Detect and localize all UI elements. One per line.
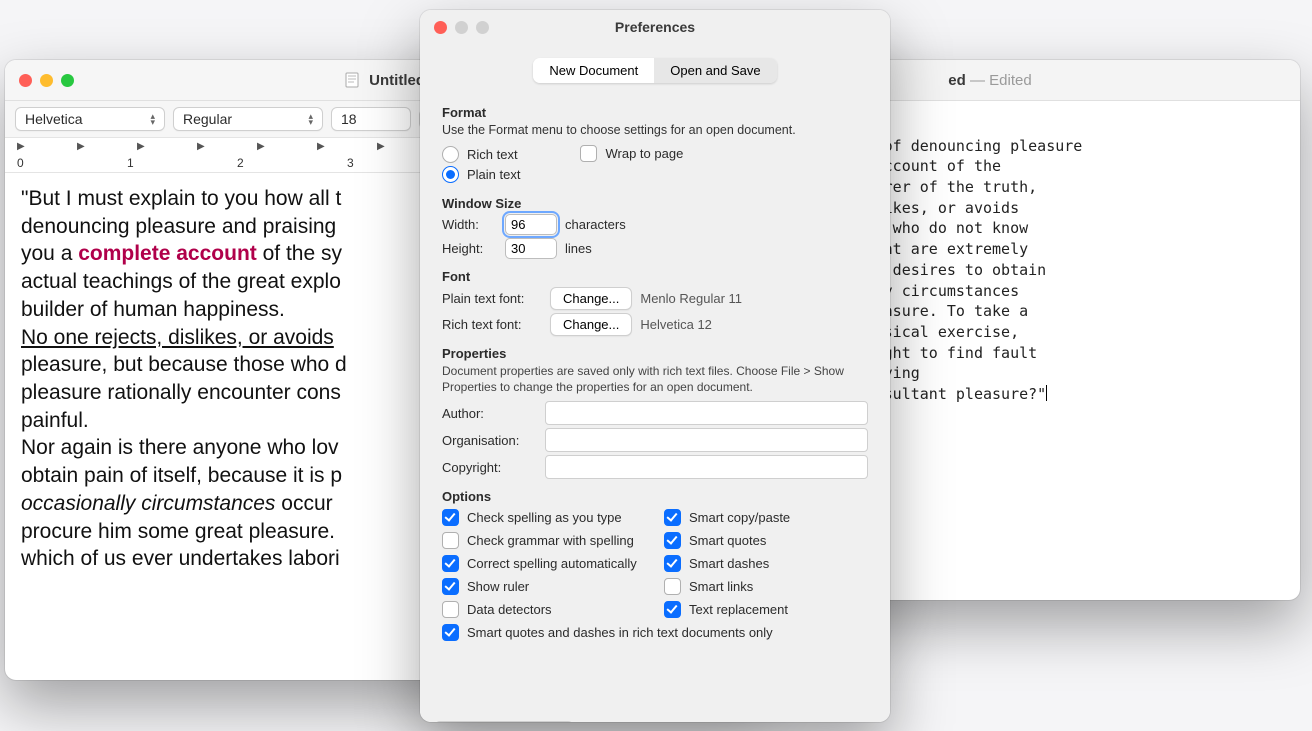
preferences-title: Preferences	[420, 19, 890, 35]
rich-font-label: Rich text font:	[442, 317, 542, 332]
checkbox-icon[interactable]	[442, 624, 459, 641]
ruler-label: 2	[237, 156, 244, 170]
plain-font-label: Plain text font:	[442, 291, 542, 306]
author-label: Author:	[442, 406, 537, 421]
font-style-select[interactable]: Regular ▴▾	[173, 107, 323, 131]
properties-description: Document properties are saved only with …	[442, 364, 868, 395]
preferences-body: Format Use the Format menu to choose set…	[420, 89, 890, 711]
height-unit: lines	[565, 241, 592, 256]
organisation-label: Organisation:	[442, 433, 537, 448]
radio-icon[interactable]	[442, 146, 459, 163]
checkbox-icon[interactable]	[442, 555, 459, 572]
preferences-footer: Restore All Defaults	[420, 711, 890, 722]
font-style-value: Regular	[183, 111, 232, 127]
text-cursor	[1046, 385, 1047, 401]
checkbox-smart-quotes-rich-only[interactable]: Smart quotes and dashes in rich text doc…	[442, 624, 868, 641]
chevron-updown-icon: ▴▾	[308, 113, 313, 125]
tab-open-and-save[interactable]: Open and Save	[654, 58, 776, 83]
rich-font-value: Helvetica 12	[640, 317, 712, 332]
checkbox-icon[interactable]	[442, 532, 459, 549]
checkbox-check-grammar[interactable]: Check grammar with spelling	[442, 532, 646, 549]
ruler-label: 1	[127, 156, 134, 170]
checkbox-icon[interactable]	[664, 509, 681, 526]
section-head-properties: Properties	[442, 346, 868, 361]
titlebar-preferences[interactable]: Preferences	[420, 10, 890, 44]
checkbox-icon[interactable]	[664, 532, 681, 549]
checkbox-wrap-to-page[interactable]: Wrap to page	[580, 145, 683, 162]
font-size-value: 18	[341, 111, 357, 127]
width-input[interactable]	[505, 214, 557, 235]
tab-stop-icon[interactable]: ▶	[17, 141, 25, 152]
window-title-text: Untitled	[369, 72, 425, 89]
checkbox-check-spelling[interactable]: Check spelling as you type	[442, 509, 646, 526]
checkbox-smart-links[interactable]: Smart links	[664, 578, 868, 595]
checkbox-label: Wrap to page	[605, 146, 683, 161]
font-family-select[interactable]: Helvetica ▴▾	[15, 107, 165, 131]
section-head-format: Format	[442, 105, 868, 120]
tab-stop-icon[interactable]: ▶	[77, 141, 85, 152]
checkbox-icon[interactable]	[442, 578, 459, 595]
font-family-value: Helvetica	[25, 111, 83, 127]
checkbox-correct-spelling[interactable]: Correct spelling automatically	[442, 555, 646, 572]
edited-indicator: Edited	[989, 72, 1032, 89]
radio-row-rich-text[interactable]: Rich text	[442, 146, 520, 163]
italic-text: occasionally circumstances	[21, 492, 275, 515]
checkbox-smart-dashes[interactable]: Smart dashes	[664, 555, 868, 572]
author-input[interactable]	[545, 401, 868, 425]
section-head-window-size: Window Size	[442, 196, 868, 211]
tab-stop-icon[interactable]: ▶	[317, 141, 325, 152]
checkbox-smart-copy-paste[interactable]: Smart copy/paste	[664, 509, 868, 526]
radio-label: Rich text	[467, 147, 518, 162]
checkbox-icon[interactable]	[664, 601, 681, 618]
checkbox-smart-quotes[interactable]: Smart quotes	[664, 532, 868, 549]
organisation-input[interactable]	[545, 428, 868, 452]
ruler-label: 3	[347, 156, 354, 170]
checkbox-icon[interactable]	[664, 578, 681, 595]
tab-stop-icon[interactable]: ▶	[197, 141, 205, 152]
height-label: Height:	[442, 241, 497, 256]
width-label: Width:	[442, 217, 497, 232]
radio-icon[interactable]	[442, 166, 459, 183]
tab-stop-icon[interactable]: ▶	[137, 141, 145, 152]
tab-segment: New Document Open and Save	[420, 44, 890, 89]
checkbox-text-replacement[interactable]: Text replacement	[664, 601, 868, 618]
preferences-window: Preferences New Document Open and Save F…	[420, 10, 890, 722]
copyright-label: Copyright:	[442, 460, 537, 475]
tab-stop-icon[interactable]: ▶	[257, 141, 265, 152]
highlighted-text: complete account	[78, 242, 257, 265]
change-plain-font-button[interactable]: Change...	[550, 287, 632, 310]
underlined-text: No one rejects, dislikes, or avoids	[21, 326, 334, 349]
radio-row-plain-text[interactable]: Plain text	[442, 166, 520, 183]
checkbox-icon[interactable]	[580, 145, 597, 162]
restore-defaults-button[interactable]: Restore All Defaults	[434, 721, 574, 722]
radio-label: Plain text	[467, 167, 520, 182]
options-grid: Check spelling as you type Smart copy/pa…	[442, 508, 868, 642]
section-head-font: Font	[442, 269, 868, 284]
window-title-text-suffix: ed	[948, 72, 966, 89]
format-description: Use the Format menu to choose settings f…	[442, 123, 868, 137]
chevron-updown-icon: ▴▾	[150, 113, 155, 125]
checkbox-show-ruler[interactable]: Show ruler	[442, 578, 646, 595]
font-size-select[interactable]: 18	[331, 107, 411, 131]
ruler-label: 0	[17, 156, 24, 170]
tab-new-document[interactable]: New Document	[533, 58, 654, 83]
height-input[interactable]	[505, 238, 557, 259]
section-head-options: Options	[442, 489, 868, 504]
checkbox-icon[interactable]	[664, 555, 681, 572]
checkbox-icon[interactable]	[442, 601, 459, 618]
document-icon	[345, 72, 359, 88]
tab-stop-icon[interactable]: ▶	[377, 141, 385, 152]
plain-font-value: Menlo Regular 11	[640, 291, 742, 306]
width-unit: characters	[565, 217, 626, 232]
copyright-input[interactable]	[545, 455, 868, 479]
change-rich-font-button[interactable]: Change...	[550, 313, 632, 336]
checkbox-data-detectors[interactable]: Data detectors	[442, 601, 646, 618]
checkbox-icon[interactable]	[442, 509, 459, 526]
